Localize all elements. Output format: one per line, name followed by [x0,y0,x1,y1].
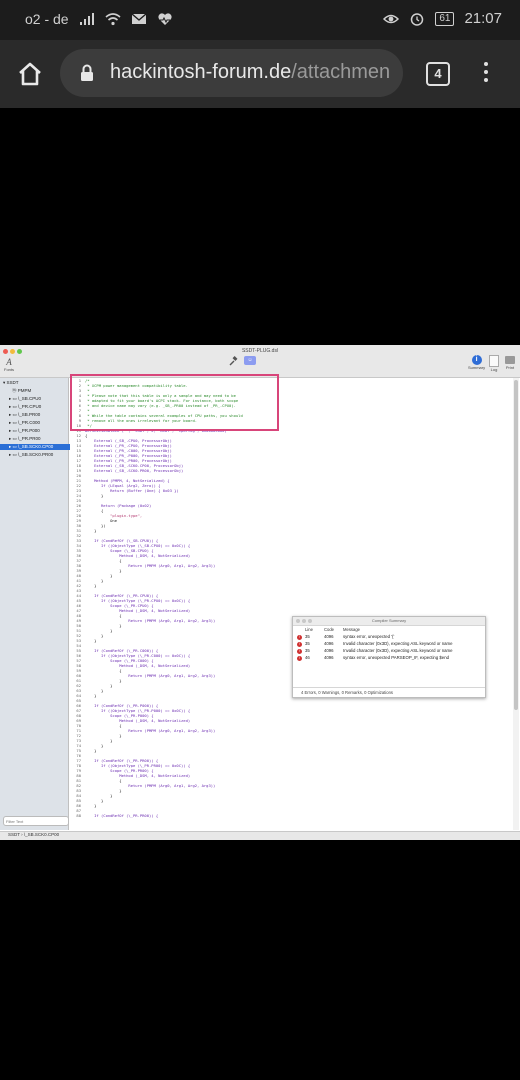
row-line: 35 [305,634,310,639]
column-header-message[interactable]: Message [343,627,360,632]
sidebar-item-label: \_PR.P000 [18,428,40,433]
row-line: 35 [305,641,310,646]
highlight-box [70,374,279,431]
sidebar-item-label: \_SB.SCK0.CP00 [18,444,54,449]
info-icon: i [471,355,482,365]
panel-zoom-icon[interactable] [308,619,312,623]
log-button[interactable]: Log [489,355,499,372]
error-icon: ! [297,656,302,661]
printer-icon [505,356,515,364]
print-button[interactable]: Print [505,355,515,370]
heart-pulse-icon [157,13,172,25]
fonts-icon: A [6,357,12,367]
sidebar-item-pr-c000[interactable]: ▸ ▭ \_PR.C000 [0,420,77,426]
patch-button[interactable]: ☺ [244,356,256,365]
row-message: syntax error, unexpected '{' [343,634,395,639]
attachment-screenshot: SSDT-PLUG.dsl A Fonts ☺ i Summary Log Pr… [0,345,520,840]
row-message: Invalid character (0x3D), expecting ASL … [343,648,453,653]
sidebar-item-sb-pr00[interactable]: ▸ ▭ \_SB.PR00 [0,412,77,418]
panel-minimize-icon[interactable] [302,619,306,623]
address-bar[interactable]: hackintosh-forum.de/attachmen [60,49,403,97]
scrollbar-thumb[interactable] [514,380,518,710]
sidebar-item-label: \_PR.CPU0 [18,404,42,409]
error-icon: ! [297,642,302,647]
log-label: Log [490,367,498,372]
home-icon[interactable] [16,60,44,88]
row-message: Invalid character (0x3D), expecting ASL … [343,641,453,646]
lock-icon [81,64,93,81]
line-number: 88 [76,813,81,818]
status-bar: o2 - de 61 21:07 [0,0,520,40]
sidebar-item-pr-cpu0[interactable]: ▸ ▭ \_PR.CPU0 [0,404,77,410]
sidebar-item-ssdt[interactable]: ▾ SSDT [0,380,71,386]
row-code: 4096 [324,634,334,639]
compiler-row[interactable]: ! 35 4096 Invalid character (0x3D), expecti… [293,641,485,648]
sidebar-item-label: SSDT [6,380,19,385]
more-menu-icon[interactable] [482,62,490,86]
sidebar-item-pmpm[interactable]: ⓜ PMPM [0,388,80,394]
url-path: /attachmen [291,61,391,83]
sidebar-item-label: PMPM [17,388,32,393]
sidebar-item-sb-sck0-cp00[interactable]: ▸ ▭ \_SB.SCK0.CP00 [0,444,77,450]
browser-toolbar: hackintosh-forum.de/attachmen 4 [0,40,520,108]
summary-label: Summary [468,365,486,370]
hammer-icon[interactable] [228,356,238,366]
code-editor[interactable]: 1/* 2 * XCPM power management compatibili… [70,378,512,830]
compiler-row[interactable]: ! 35 4096 syntax error, unexpected '{' [293,634,485,641]
panel-close-icon[interactable] [296,619,300,623]
battery-icon: 61 [435,11,455,26]
row-code: 4096 [324,655,334,660]
path-status-text: SSDT › \_SB.SCK0.CP00 [8,832,60,837]
sidebar-item-label: \_SB.SCK0.PR00 [18,452,54,457]
compiler-summary-title: Compiler Summary [293,617,485,626]
path-status-bar: SSDT › \_SB.SCK0.CP00 [0,831,520,840]
code-line[interactable]: 88 If (CondRefOf (\_PR.PR00)) { [70,813,510,818]
mail-icon [131,13,147,24]
compiler-row[interactable]: ! 35 4096 Invalid character (0x3D), expecti… [293,648,485,655]
sidebar-item-label: \_PR.C000 [18,420,41,425]
eye-icon [383,14,400,23]
alarm-icon [411,12,424,26]
column-header-code[interactable]: Code [324,627,334,632]
column-header-line[interactable]: Line [305,627,313,632]
url-domain: hackintosh-forum.de [110,61,292,83]
log-icon [489,355,499,367]
editor-scrollbar[interactable] [513,378,519,830]
tab-switcher-button[interactable]: 4 [426,62,450,86]
window-title: SSDT-PLUG.dsl [241,348,279,354]
sidebar-item-sb-sck0-pr00[interactable]: ▸ ▭ \_SB.SCK0.PR00 [0,452,77,458]
carrier-label: o2 - de [25,11,69,27]
sidebar-item-pr-p000[interactable]: ▸ ▭ \_PR.P000 [0,428,77,434]
fonts-label: Fonts [4,367,15,372]
signal-icon [79,13,94,25]
code-text: If (CondRefOf (\_PR.PR00)) { [85,813,159,818]
row-line: 46 [305,655,310,660]
error-icon: ! [297,649,302,654]
clock: 21:07 [464,10,502,27]
sidebar-item-pr-pr00[interactable]: ▸ ▭ \_PR.PR00 [0,436,77,442]
wifi-icon [105,13,121,26]
sidebar-item-label: \_PR.PR00 [18,436,41,441]
row-message: syntax error, unexpected PARSEOP_IF, exp… [343,655,449,660]
filter-input[interactable] [3,816,69,826]
error-icon: ! [297,635,302,640]
sidebar-item-label: \_SB.CPU0 [18,396,42,401]
row-line: 35 [305,648,310,653]
print-label: Print [505,365,515,370]
row-code: 4096 [324,648,334,653]
compiler-row[interactable]: ! 46 4096 syntax error, unexpected PARSEOP_… [293,655,485,662]
fonts-button[interactable]: A Fonts [4,357,14,372]
summary-button[interactable]: i Summary [468,355,485,370]
url-text[interactable]: hackintosh-forum.de/attachmen [110,61,390,84]
sidebar-item-sb-cpu0[interactable]: ▸ ▭ \_SB.CPU0 [0,396,77,402]
row-code: 4096 [324,641,334,646]
compiler-summary-footer: 4 Errors, 0 Warnings, 0 Remarks, 0 Optim… [293,687,485,696]
sidebar-item-label: \_SB.PR00 [18,412,41,417]
symbol-sidebar: ▾ SSDT ⓜ PMPM ▸ ▭ \_SB.CPU0 ▸ ▭ \_PR.CPU… [0,378,77,830]
compiler-summary-panel: Compiler Summary Line Code Message ! 35 40… [292,616,486,698]
